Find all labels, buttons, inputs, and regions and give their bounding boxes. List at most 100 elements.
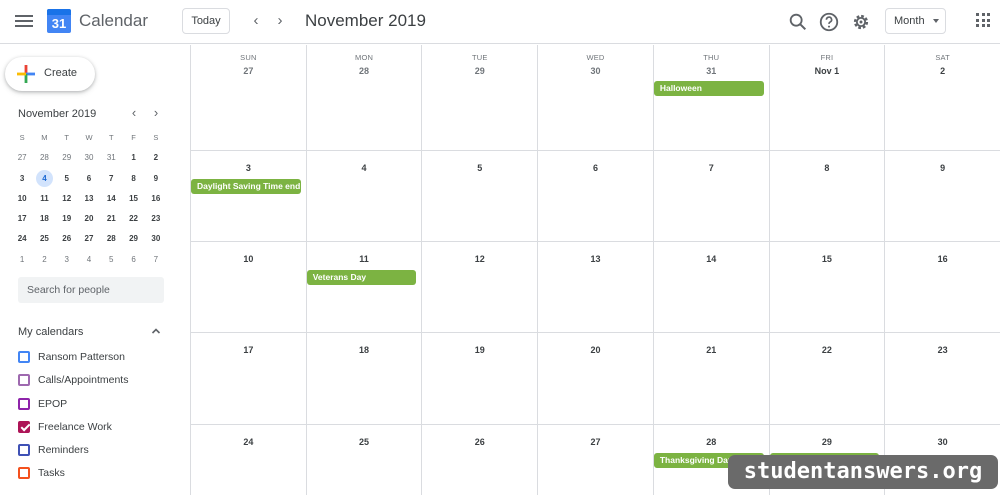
day-cell[interactable]: 19 [422,333,539,424]
day-cell[interactable]: THU 31 [654,45,770,150]
day-number[interactable]: 25 [307,437,422,447]
mini-day-cell[interactable]: 4 [33,169,55,189]
day-cell[interactable]: 11 [307,242,423,332]
calendar-checkbox[interactable] [18,467,30,480]
create-button[interactable]: Create [5,57,95,91]
mini-day-cell[interactable]: 28 [100,229,122,249]
mini-day-cell[interactable]: 14 [100,189,122,209]
day-number[interactable]: 30 [885,437,1000,447]
day-number[interactable]: Nov 1 [770,66,885,76]
mini-day-cell[interactable]: 5 [56,169,78,189]
day-cell[interactable]: 6 [538,151,654,241]
day-cell[interactable]: WED 30 [538,45,654,150]
day-cell[interactable]: 7 [654,151,770,241]
day-number[interactable]: 16 [885,254,1000,264]
mini-day-cell[interactable]: 29 [122,229,144,249]
event-chip[interactable]: Halloween [653,81,764,96]
mini-day-cell[interactable]: 6 [122,250,144,270]
mini-day-cell[interactable]: 1 [11,250,33,270]
day-cell[interactable]: 12 [422,242,539,332]
previous-period-icon[interactable]: ‹ [248,12,264,30]
day-cell[interactable]: 21 [654,333,770,424]
mini-day-cell[interactable]: 22 [122,209,144,229]
day-cell[interactable]: 22 [770,333,886,424]
mini-day-cell[interactable]: 10 [11,189,33,209]
mini-day-cell[interactable]: 5 [100,250,122,270]
event-chip[interactable]: Daylight Saving Time end [191,179,301,194]
day-cell[interactable]: 24 [191,425,307,495]
gear-icon[interactable] [850,11,872,33]
mini-day-cell[interactable]: 24 [11,229,33,249]
day-cell[interactable]: SAT 2 [885,45,1000,150]
mini-day-cell[interactable]: 2 [33,250,55,270]
mini-day-cell[interactable]: 3 [56,250,78,270]
day-number[interactable]: 29 [422,66,537,76]
day-cell[interactable]: 25 [307,425,423,495]
mini-day-cell[interactable]: 1 [122,148,144,168]
day-cell[interactable]: 9 [885,151,1000,241]
day-cell[interactable]: FRI Nov 1 [770,45,886,150]
day-cell[interactable]: MON 28 [307,45,423,150]
event-chip[interactable]: Veterans Day [306,270,417,285]
day-cell[interactable]: TUE 29 [422,45,539,150]
main-menu-icon[interactable] [14,12,34,30]
day-cell[interactable]: 23 [885,333,1000,424]
day-number[interactable]: 31 [654,66,769,76]
mini-day-cell[interactable]: 7 [100,169,122,189]
mini-day-cell[interactable]: 12 [56,189,78,209]
day-cell[interactable]: 5 [422,151,539,241]
day-number[interactable]: 8 [770,163,885,173]
mini-day-cell[interactable]: 30 [78,148,100,168]
day-number[interactable]: 5 [422,163,537,173]
day-number[interactable]: 3 [191,163,306,173]
day-number[interactable]: 23 [885,345,1000,355]
mini-day-cell[interactable]: 27 [11,148,33,168]
day-number[interactable]: 12 [422,254,537,264]
day-number[interactable]: 28 [654,437,769,447]
chevron-up-icon[interactable] [151,326,161,336]
day-number[interactable]: 4 [307,163,422,173]
day-number[interactable]: 29 [770,437,885,447]
calendar-checkbox[interactable] [18,444,30,457]
mini-day-cell[interactable]: 27 [78,229,100,249]
day-number[interactable]: 18 [307,345,422,355]
day-number[interactable]: 24 [191,437,306,447]
next-period-icon[interactable]: › [272,12,288,30]
mini-day-cell[interactable]: 20 [78,209,100,229]
day-number[interactable]: 19 [422,345,537,355]
mini-day-cell[interactable]: 18 [33,209,55,229]
day-cell[interactable]: 3 [191,151,307,241]
day-cell[interactable]: 17 [191,333,307,424]
calendar-checkbox[interactable] [18,351,30,363]
day-number[interactable]: 9 [885,163,1000,173]
mini-day-cell[interactable]: 13 [78,189,100,209]
mini-day-cell[interactable]: 16 [145,189,167,209]
mini-day-cell[interactable]: 30 [145,229,167,249]
day-number[interactable]: 15 [770,254,885,264]
search-icon[interactable] [787,11,809,33]
mini-next-month-icon[interactable]: › [150,106,162,120]
day-number[interactable]: 28 [307,66,422,76]
day-number[interactable]: 30 [538,66,653,76]
my-calendars-title[interactable]: My calendars [18,326,83,338]
mini-day-cell[interactable]: 26 [56,229,78,249]
mini-day-cell[interactable]: 19 [56,209,78,229]
mini-day-cell[interactable]: 9 [145,169,167,189]
mini-day-cell[interactable]: 4 [78,250,100,270]
day-number[interactable]: 27 [538,437,653,447]
mini-day-cell[interactable]: 25 [33,229,55,249]
mini-day-cell[interactable]: 6 [78,169,100,189]
mini-prev-month-icon[interactable]: ‹ [128,106,140,120]
mini-day-cell[interactable]: 11 [33,189,55,209]
day-cell[interactable]: 16 [885,242,1000,332]
day-number[interactable]: 17 [191,345,306,355]
calendar-checkbox[interactable] [18,420,30,433]
mini-day-cell[interactable]: 8 [122,169,144,189]
mini-day-cell[interactable]: 15 [122,189,144,209]
mini-day-cell[interactable]: 31 [100,148,122,168]
mini-day-cell[interactable]: 21 [100,209,122,229]
day-number[interactable]: 20 [538,345,653,355]
day-number[interactable]: 21 [654,345,769,355]
apps-grid-icon[interactable] [976,13,990,27]
day-number[interactable]: 10 [191,254,306,264]
